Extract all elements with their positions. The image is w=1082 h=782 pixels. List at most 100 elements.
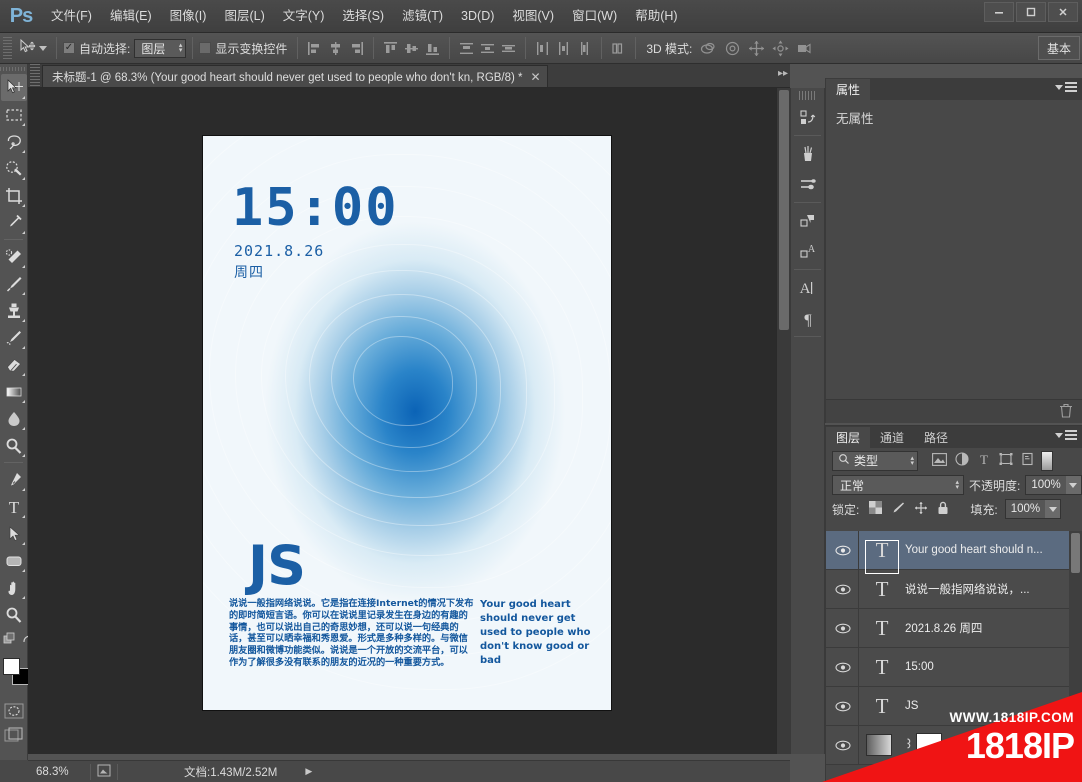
status-expand-arrow-icon[interactable]: ▶ xyxy=(305,766,312,777)
roll-3d-icon[interactable] xyxy=(722,38,742,58)
eyedropper-tool[interactable] xyxy=(1,209,27,236)
lock-image-icon[interactable] xyxy=(891,501,905,518)
rail-grip[interactable] xyxy=(799,91,816,100)
options-bar-grip[interactable] xyxy=(3,37,12,59)
eraser-tool[interactable] xyxy=(1,351,27,378)
slide-3d-icon[interactable] xyxy=(770,38,790,58)
brush-tool[interactable] xyxy=(1,270,27,297)
layer-filter-toggle[interactable] xyxy=(1041,450,1053,471)
clone-stamp-tool[interactable] xyxy=(1,297,27,324)
layer-thumbnail[interactable]: T xyxy=(859,577,905,602)
toolbox-grip[interactable] xyxy=(0,64,27,74)
current-tool-preview[interactable] xyxy=(15,36,50,60)
history-brush-tool[interactable] xyxy=(1,324,27,351)
layer-visibility-toggle[interactable] xyxy=(828,545,858,556)
scale-3d-camera-icon[interactable] xyxy=(794,38,814,58)
history-panel-icon[interactable] xyxy=(791,102,824,133)
edit-toolbar-icon[interactable] xyxy=(3,632,17,649)
filter-pixel-icon[interactable] xyxy=(932,452,947,469)
quick-mask-toggle[interactable] xyxy=(1,700,27,722)
distribute-right-edges-icon[interactable] xyxy=(576,40,593,57)
layer-row-1[interactable]: T 说说一般指网络说说，... xyxy=(826,569,1082,609)
move-tool[interactable] xyxy=(1,74,27,101)
zoom-tool[interactable] xyxy=(1,601,27,628)
layers-vertical-scrollbar[interactable] xyxy=(1069,531,1082,782)
auto-select-checkbox[interactable]: ✓ xyxy=(63,42,75,54)
align-vertical-centers-icon[interactable] xyxy=(403,40,420,57)
menu-3d[interactable]: 3D(D) xyxy=(452,0,503,33)
dodge-tool[interactable] xyxy=(1,432,27,459)
lock-position-icon[interactable] xyxy=(914,501,928,518)
rotate-3d-icon[interactable] xyxy=(698,38,718,58)
canvas-vertical-scrollbar[interactable] xyxy=(776,88,790,754)
fill-chevron-down-icon[interactable] xyxy=(1045,500,1061,518)
align-left-edges-icon[interactable] xyxy=(306,40,323,57)
canvas-area[interactable]: 15:00 2021.8.26 周四 JS 说说一般指网络说说。它是指在连接In… xyxy=(28,88,790,754)
align-bottom-edges-icon[interactable] xyxy=(424,40,441,57)
filter-shape-icon[interactable] xyxy=(999,452,1013,469)
layer-thumbnail[interactable]: T xyxy=(859,616,905,641)
paragraph-panel-icon[interactable]: ¶ xyxy=(791,303,824,334)
rectangular-marquee-tool[interactable] xyxy=(1,101,27,128)
path-selection-tool[interactable] xyxy=(1,520,27,547)
layer-filter-dropdown[interactable]: 类型 ▴ ▾ xyxy=(832,450,918,471)
filter-smartobject-icon[interactable] xyxy=(1021,452,1035,469)
menu-image[interactable]: 图像(I) xyxy=(161,0,216,33)
character-panel-icon[interactable]: A xyxy=(791,272,824,303)
distribute-top-edges-icon[interactable] xyxy=(458,40,475,57)
tab-overflow-chevron-icon[interactable]: ▸▸ xyxy=(778,68,788,79)
distribute-bottom-edges-icon[interactable] xyxy=(500,40,517,57)
layer-visibility-toggle[interactable] xyxy=(828,740,858,751)
align-right-edges-icon[interactable] xyxy=(348,40,365,57)
poster-artwork[interactable]: 15:00 2021.8.26 周四 JS 说说一般指网络说说。它是指在连接In… xyxy=(203,136,611,710)
blend-mode-dropdown[interactable]: 正常 ▴ ▾ xyxy=(832,475,964,495)
lock-all-icon[interactable] xyxy=(937,501,949,518)
tab-channels[interactable]: 通道 xyxy=(870,427,915,448)
opacity-chevron-down-icon[interactable] xyxy=(1065,476,1081,494)
menu-file[interactable]: 文件(F) xyxy=(42,0,101,33)
tab-properties[interactable]: 属性 xyxy=(826,79,871,100)
blur-tool[interactable] xyxy=(1,405,27,432)
menu-view[interactable]: 视图(V) xyxy=(503,0,563,33)
trash-icon[interactable] xyxy=(1059,403,1073,421)
minimize-button[interactable] xyxy=(984,2,1014,22)
document-profile-icon[interactable] xyxy=(97,764,111,780)
layer-row-0[interactable]: T Your good heart should n... xyxy=(826,531,1082,574)
fill-field[interactable]: 100% xyxy=(1004,499,1062,519)
layer-thumbnail[interactable]: T xyxy=(859,655,905,680)
tab-paths[interactable]: 路径 xyxy=(914,427,959,448)
layers-vertical-scrollbar-thumb[interactable] xyxy=(1071,533,1080,573)
auto-select-scope-dropdown[interactable]: 图层 ▴ ▾ xyxy=(134,38,187,58)
layer-mask-thumbnail[interactable] xyxy=(916,733,942,757)
menu-window[interactable]: 窗口(W) xyxy=(563,0,626,33)
layer-row-3[interactable]: T 15:00 xyxy=(826,647,1082,687)
gradient-tool[interactable] xyxy=(1,378,27,405)
maximize-button[interactable] xyxy=(1016,2,1046,22)
workspace-switcher-button[interactable]: 基本 xyxy=(1037,36,1080,60)
menu-select[interactable]: 选择(S) xyxy=(333,0,393,33)
healing-brush-tool[interactable] xyxy=(1,243,27,270)
rounded-rectangle-tool[interactable] xyxy=(1,547,27,574)
layer-visibility-toggle[interactable] xyxy=(828,584,858,595)
close-button[interactable] xyxy=(1048,2,1078,22)
filter-adjustment-icon[interactable] xyxy=(955,452,969,469)
layer-thumbnail[interactable] xyxy=(859,734,899,756)
layers-panel-menu-button[interactable] xyxy=(1055,430,1077,440)
pan-3d-icon[interactable] xyxy=(746,38,766,58)
auto-align-layers-icon[interactable] xyxy=(610,40,627,57)
properties-panel-menu-button[interactable] xyxy=(1055,82,1077,92)
layer-visibility-toggle[interactable] xyxy=(828,623,858,634)
brush-presets-icon[interactable] xyxy=(791,138,824,169)
layer-row-5[interactable] xyxy=(826,725,1082,765)
character-styles-icon[interactable]: A xyxy=(791,236,824,267)
close-icon[interactable]: ✕ xyxy=(531,70,541,84)
show-transform-checkbox[interactable] xyxy=(199,42,212,54)
menu-type[interactable]: 文字(Y) xyxy=(274,0,334,33)
lasso-tool[interactable] xyxy=(1,128,27,155)
paragraph-styles-icon[interactable] xyxy=(791,205,824,236)
layer-list[interactable]: T Your good heart should n... T 说说一般指网络说… xyxy=(826,531,1082,782)
distribute-horizontal-centers-icon[interactable] xyxy=(555,40,572,57)
distribute-left-edges-icon[interactable] xyxy=(534,40,551,57)
layer-thumbnail[interactable]: T xyxy=(859,694,905,719)
foreground-color-swatch[interactable] xyxy=(3,658,20,675)
